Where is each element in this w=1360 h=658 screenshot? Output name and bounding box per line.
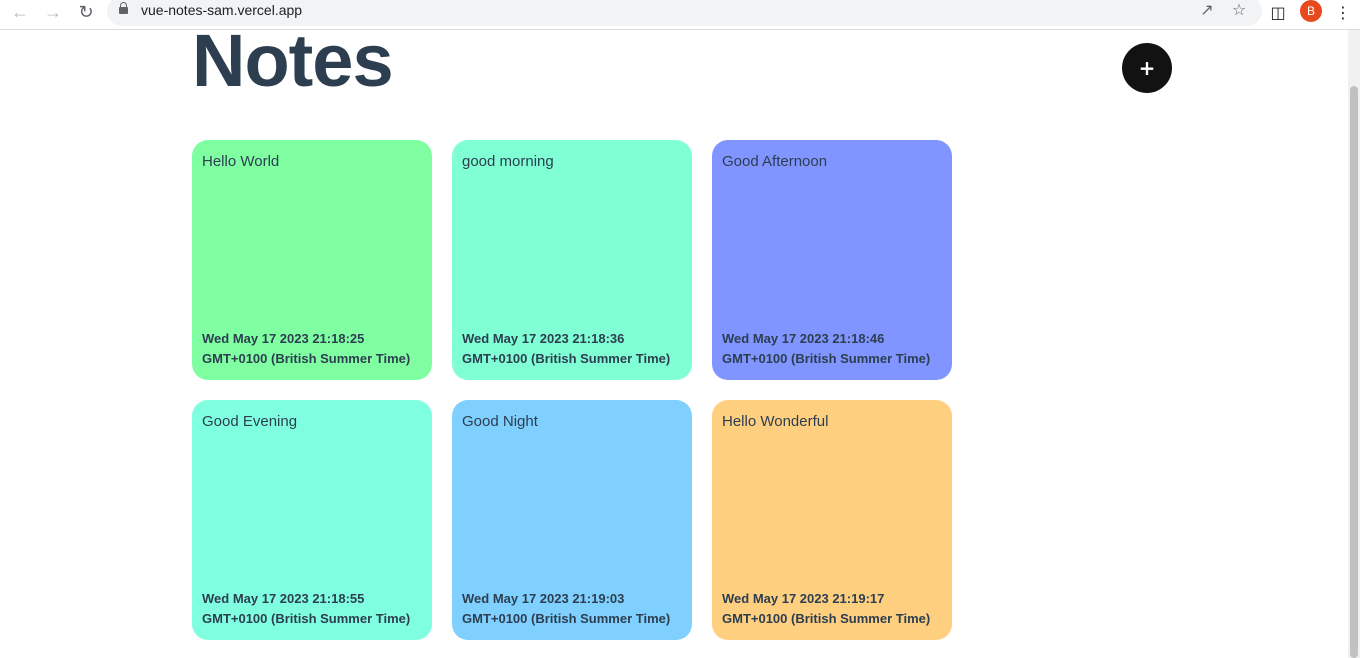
note-text: Good Afternoon xyxy=(722,153,828,170)
page-title: Notes xyxy=(192,30,394,102)
forward-arrow-icon[interactable]: → xyxy=(40,1,66,23)
note-date: Wed May 17 2023 21:18:55 GMT+0100 (Briti… xyxy=(202,591,411,626)
lock-icon[interactable] xyxy=(119,2,128,14)
note-date: Wed May 17 2023 21:19:17 GMT+0100 (Briti… xyxy=(722,591,931,626)
note-card[interactable]: Good Evening Wed May 17 2023 21:18:55 GM… xyxy=(192,400,432,640)
note-text: good morning xyxy=(462,153,554,170)
menu-kebab-icon[interactable]: ⋮ xyxy=(1332,2,1354,24)
url-text[interactable]: vue-notes-sam.vercel.app xyxy=(141,2,302,18)
note-date: Wed May 17 2023 21:18:36 GMT+0100 (Briti… xyxy=(462,331,671,366)
note-card[interactable]: good morning Wed May 17 2023 21:18:36 GM… xyxy=(452,140,692,380)
browser-toolbar: ← → ↻ vue-notes-sam.vercel.app ↗ ☆ ◫ B ⋮ xyxy=(0,0,1360,30)
note-text: Hello World xyxy=(202,153,280,170)
note-text: Hello Wonderful xyxy=(722,413,829,430)
share-icon[interactable]: ↗ xyxy=(1196,0,1218,21)
note-card[interactable]: Good Afternoon Wed May 17 2023 21:18:46 … xyxy=(712,140,952,380)
profile-avatar[interactable]: B xyxy=(1300,0,1322,22)
note-date: Wed May 17 2023 21:18:25 GMT+0100 (Briti… xyxy=(202,331,411,366)
bookmark-star-icon[interactable]: ☆ xyxy=(1228,0,1250,21)
note-date: Wed May 17 2023 21:19:03 GMT+0100 (Briti… xyxy=(462,591,671,626)
add-note-button[interactable]: + xyxy=(1122,43,1172,93)
note-card[interactable]: Hello Wonderful Wed May 17 2023 21:19:17… xyxy=(712,400,952,640)
notes-grid: Hello World Wed May 17 2023 21:18:25 GMT… xyxy=(192,140,952,640)
scrollbar-thumb[interactable] xyxy=(1350,86,1358,658)
note-card[interactable]: Good Night Wed May 17 2023 21:19:03 GMT+… xyxy=(452,400,692,640)
reload-icon[interactable]: ↻ xyxy=(73,1,99,23)
side-panel-icon[interactable]: ◫ xyxy=(1267,2,1289,24)
note-card[interactable]: Hello World Wed May 17 2023 21:18:25 GMT… xyxy=(192,140,432,380)
note-text: Good Night xyxy=(462,413,538,430)
page-scrollbar[interactable] xyxy=(1348,30,1360,658)
note-date: Wed May 17 2023 21:18:46 GMT+0100 (Briti… xyxy=(722,331,931,366)
notes-page: Notes + Hello World Wed May 17 2023 21:1… xyxy=(0,30,1348,658)
address-bar[interactable]: vue-notes-sam.vercel.app ↗ ☆ xyxy=(107,0,1262,26)
back-arrow-icon[interactable]: ← xyxy=(7,1,33,23)
note-text: Good Evening xyxy=(202,413,298,430)
